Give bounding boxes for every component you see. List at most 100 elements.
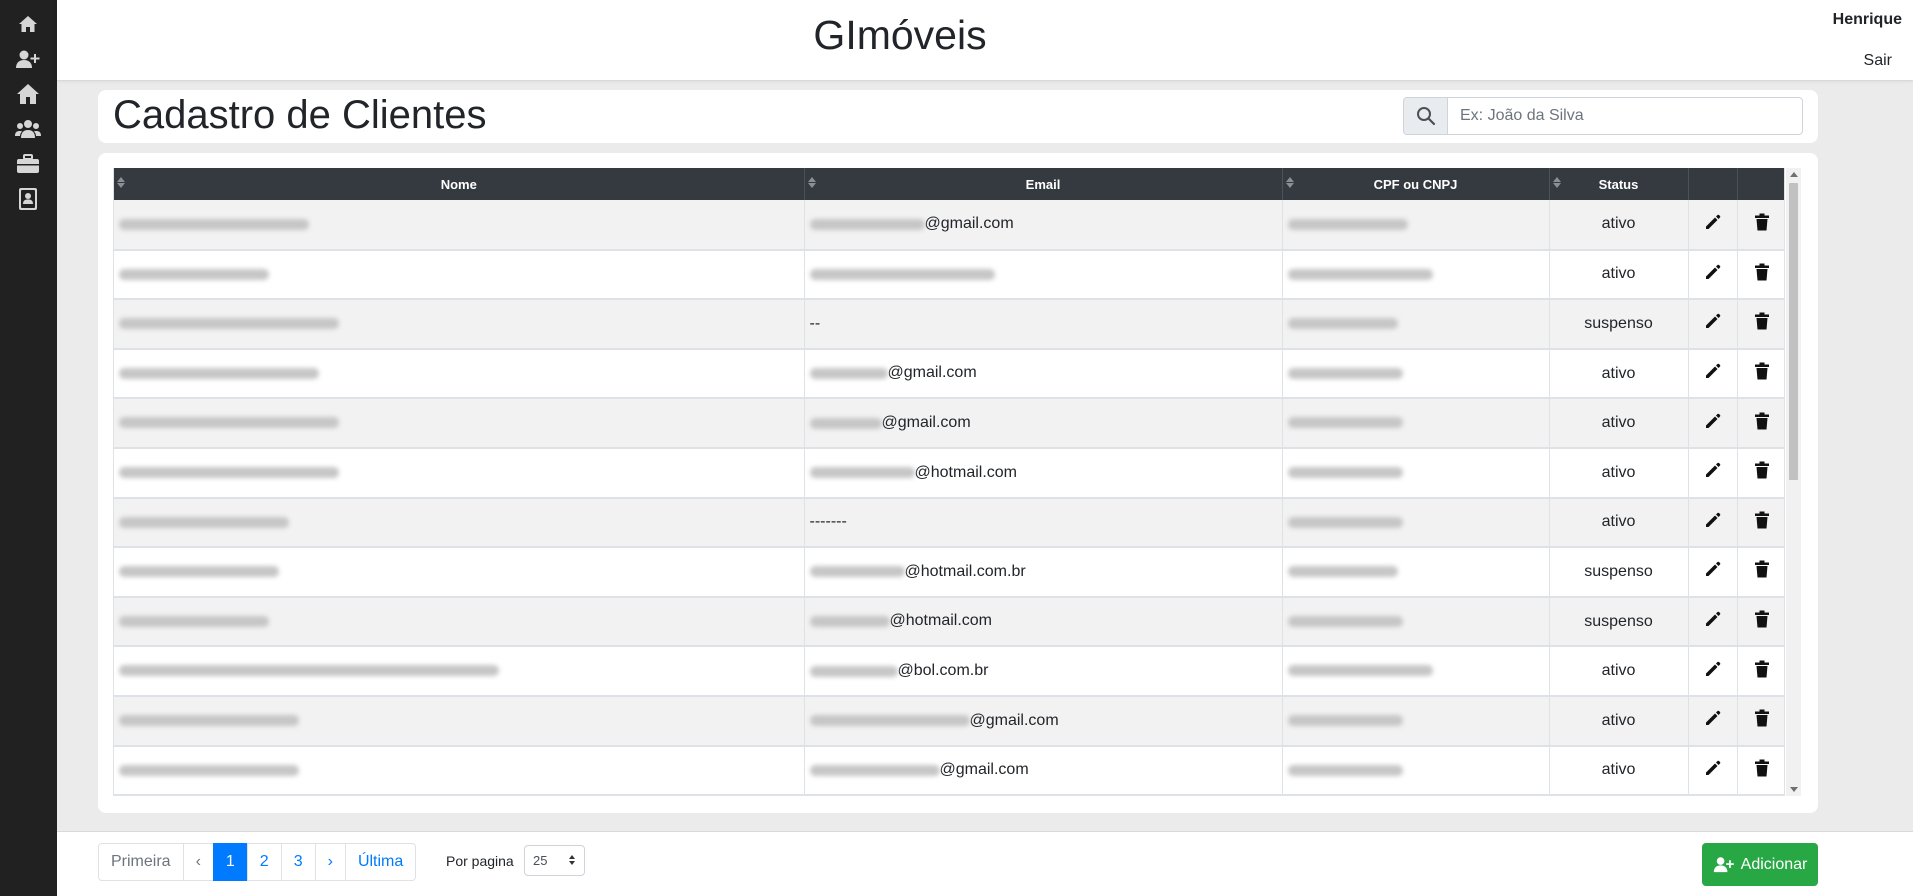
clients-table: Nome Email CPF ou CNPJ Status @gmail.com… — [114, 168, 1784, 795]
add-button-label: Adicionar — [1740, 855, 1808, 873]
edit-button[interactable] — [1694, 660, 1732, 683]
add-client-button[interactable]: Adicionar — [1702, 843, 1818, 886]
user-plus-icon[interactable] — [15, 46, 41, 72]
redacted-name — [119, 268, 269, 280]
delete-button[interactable] — [1743, 560, 1781, 583]
cell-status: ativo — [1549, 249, 1689, 301]
delete-button[interactable] — [1743, 759, 1781, 782]
cell-nome — [114, 745, 805, 795]
redacted-name — [119, 516, 289, 528]
pencil-icon — [1704, 560, 1722, 583]
pagination-page-1[interactable]: 1 — [212, 843, 248, 881]
edit-button[interactable] — [1694, 461, 1732, 484]
cell-edit — [1688, 497, 1738, 549]
cell-delete — [1737, 596, 1784, 648]
cell-nome — [114, 200, 805, 251]
delete-button[interactable] — [1743, 461, 1781, 484]
delete-button[interactable] — [1743, 263, 1781, 286]
pencil-icon — [1704, 412, 1722, 435]
edit-button[interactable] — [1694, 213, 1732, 236]
cell-nome — [114, 596, 805, 648]
edit-button[interactable] — [1694, 263, 1732, 286]
redacted-document — [1287, 516, 1403, 528]
redacted-email — [809, 665, 898, 677]
pencil-icon — [1704, 263, 1722, 286]
trash-icon — [1754, 759, 1770, 782]
delete-button[interactable] — [1743, 610, 1781, 633]
pagination-prev[interactable]: ‹ — [182, 843, 214, 881]
edit-button[interactable] — [1694, 709, 1732, 732]
cell-nome — [114, 447, 805, 499]
delete-button[interactable] — [1743, 412, 1781, 435]
sort-icon — [1285, 177, 1294, 188]
delete-button[interactable] — [1743, 362, 1781, 385]
column-header-email[interactable]: Email — [804, 168, 1283, 200]
search-group — [1403, 97, 1803, 135]
house-icon[interactable] — [15, 81, 41, 107]
redacted-name — [119, 367, 319, 379]
pagination-first[interactable]: Primeira — [98, 843, 184, 881]
edit-button[interactable] — [1694, 312, 1732, 335]
email-text: @hotmail.com — [889, 612, 993, 630]
briefcase-icon[interactable] — [15, 151, 41, 177]
user-plus-icon — [1713, 857, 1734, 873]
redacted-document — [1287, 268, 1433, 280]
edit-button[interactable] — [1694, 412, 1732, 435]
pagination-page-3[interactable]: 3 — [280, 843, 316, 881]
redacted-name — [119, 665, 499, 677]
delete-button[interactable] — [1743, 660, 1781, 683]
pagination-last[interactable]: Última — [344, 843, 417, 881]
pencil-icon — [1704, 312, 1722, 335]
per-page-label: Por pagina — [446, 853, 514, 869]
cell-email: @gmail.com — [804, 745, 1283, 795]
users-icon[interactable] — [15, 116, 41, 142]
search-button[interactable] — [1403, 97, 1448, 135]
redacted-document — [1287, 566, 1398, 578]
column-header-cpf-cnpj[interactable]: CPF ou CNPJ — [1282, 168, 1550, 200]
trash-icon — [1754, 560, 1770, 583]
home-icon[interactable] — [15, 11, 41, 37]
cell-delete — [1737, 398, 1784, 449]
delete-button[interactable] — [1743, 312, 1781, 335]
email-text: @gmail.com — [969, 711, 1059, 729]
cell-nome — [114, 348, 805, 400]
pagination-next[interactable]: › — [314, 843, 346, 881]
contact-card-icon[interactable] — [15, 186, 41, 212]
redacted-name — [119, 218, 309, 230]
edit-button[interactable] — [1694, 560, 1732, 583]
delete-button[interactable] — [1743, 709, 1781, 732]
delete-button[interactable] — [1743, 511, 1781, 534]
column-header-status[interactable]: Status — [1549, 168, 1689, 200]
per-page-select[interactable]: 25 — [524, 845, 585, 876]
edit-button[interactable] — [1694, 511, 1732, 534]
edit-button[interactable] — [1694, 610, 1732, 633]
column-header-edit — [1688, 168, 1738, 200]
scroll-thumb[interactable] — [1789, 183, 1798, 480]
cell-status: suspenso — [1549, 547, 1689, 598]
table-scrollbar[interactable] — [1786, 168, 1801, 796]
email-text: ------- — [809, 513, 847, 531]
cell-delete — [1737, 745, 1784, 795]
table-header-row: Nome Email CPF ou CNPJ Status — [114, 168, 1784, 200]
search-input[interactable] — [1448, 97, 1803, 135]
edit-button[interactable] — [1694, 362, 1732, 385]
delete-button[interactable] — [1743, 213, 1781, 236]
cell-delete — [1737, 348, 1784, 400]
cell-nome — [114, 547, 805, 598]
table-row: ativo — [114, 249, 1784, 301]
scroll-down-arrow-icon[interactable] — [1790, 787, 1798, 792]
edit-button[interactable] — [1694, 759, 1732, 782]
cell-delete — [1737, 646, 1784, 697]
table-row: @hotmail.com suspenso — [114, 596, 1784, 648]
column-header-label: Email — [1025, 176, 1061, 192]
table-body: @gmail.com ativo ativo -- suspenso @gmail.com… — [114, 200, 1784, 795]
scroll-up-arrow-icon[interactable] — [1790, 172, 1798, 177]
redacted-document — [1287, 615, 1403, 627]
column-header-nome[interactable]: Nome — [114, 168, 805, 200]
redacted-document — [1287, 764, 1403, 776]
pagination-page-2[interactable]: 2 — [246, 843, 282, 881]
cell-delete — [1737, 497, 1784, 549]
redacted-name — [119, 417, 339, 429]
cell-cpf-cnpj — [1282, 547, 1550, 598]
logout-link[interactable]: Sair — [1864, 52, 1892, 70]
